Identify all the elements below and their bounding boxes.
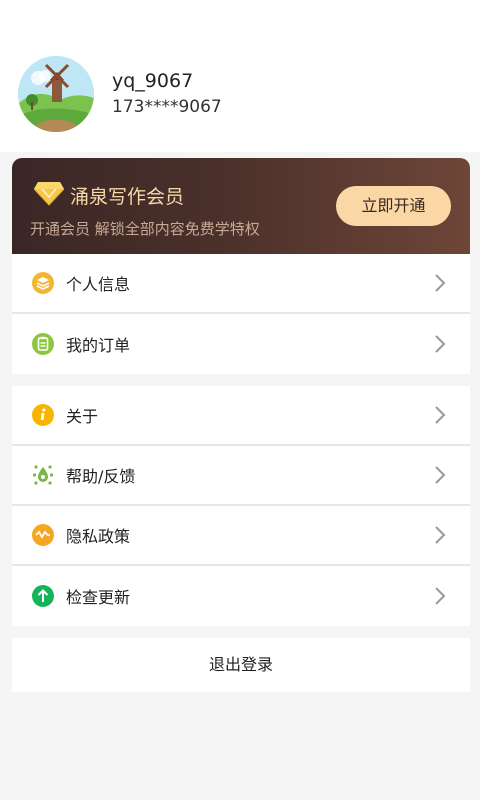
avatar[interactable] [18,56,94,132]
update-arrow-icon [32,585,54,607]
privacy-icon [32,524,54,546]
menu-item-profile-info[interactable]: 个人信息 [12,254,470,314]
menu-group-account: 个人信息 我的订单 [12,254,470,374]
vip-banner[interactable]: 涌泉写作会员 开通会员 解锁全部内容免费学特权 立即开通 [12,158,470,254]
chevron-right-icon [435,587,446,605]
diamond-icon [34,182,64,206]
profile-header: yq_9067 173****9067 [0,0,480,152]
menu-item-help-feedback[interactable]: 帮助/反馈 [12,446,470,506]
chevron-right-icon [435,335,446,353]
info-icon [32,404,54,426]
windmill-landscape-icon [18,56,94,132]
menu-item-my-orders[interactable]: 我的订单 [12,314,470,374]
menu-item-label: 关于 [66,407,99,426]
chevron-right-icon [435,274,446,292]
clipboard-icon [32,333,54,355]
chevron-right-icon [435,526,446,544]
chevron-right-icon [435,466,446,484]
menu-item-check-update[interactable]: 检查更新 [12,566,470,626]
menu-item-about[interactable]: 关于 [12,386,470,446]
menu-item-label: 我的订单 [66,336,131,355]
stack-icon [32,272,54,294]
vip-title: 涌泉写作会员 [70,186,185,208]
menu-item-label: 帮助/反馈 [66,467,136,486]
menu-item-label: 个人信息 [66,275,131,294]
activate-vip-button[interactable]: 立即开通 [336,186,451,226]
chevron-right-icon [435,406,446,424]
username: yq_9067 [112,70,194,92]
vip-subtitle: 开通会员 解锁全部内容免费学特权 [30,220,260,238]
phone-number: 173****9067 [112,97,222,117]
menu-item-label: 检查更新 [66,588,131,607]
menu-group-settings: 关于 帮助/反馈 隐私政策 检查更新 [12,386,470,626]
menu-item-privacy-policy[interactable]: 隐私政策 [12,506,470,566]
menu-item-label: 隐私政策 [66,527,131,546]
logout-button[interactable]: 退出登录 [12,638,470,692]
feedback-icon [32,465,54,485]
